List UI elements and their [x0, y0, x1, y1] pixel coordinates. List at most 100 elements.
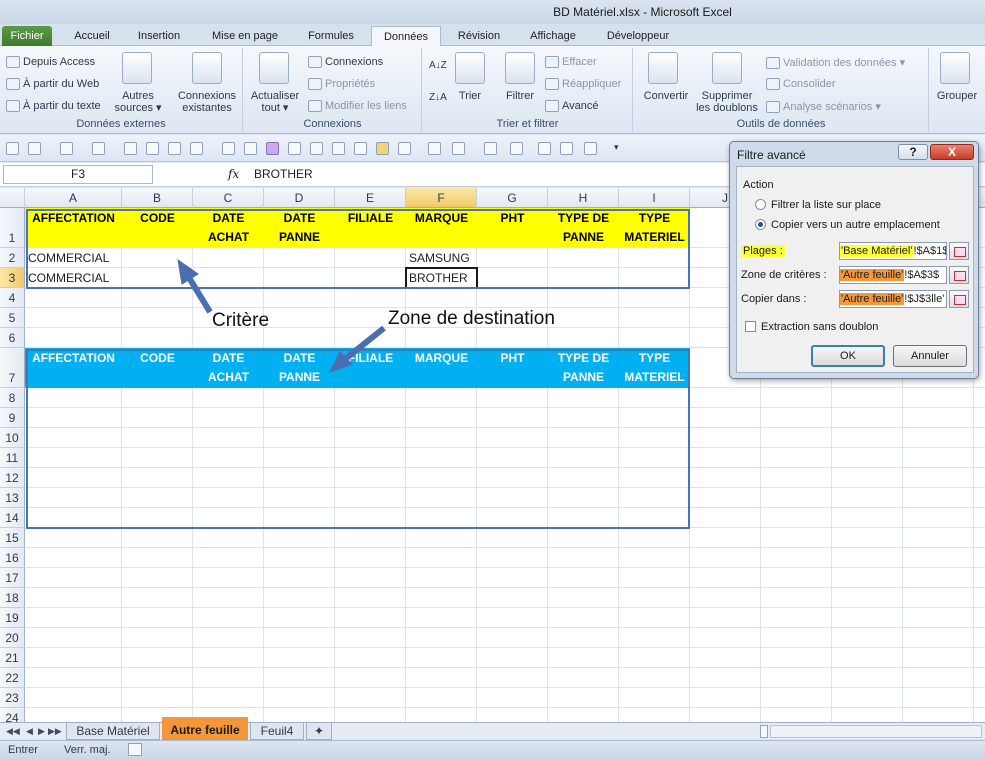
radio-filter-in-place[interactable]: [755, 199, 766, 210]
tab-accueil[interactable]: Accueil: [62, 26, 122, 46]
fx-icon[interactable]: fx: [228, 167, 239, 181]
btn-proprietes[interactable]: Propriétés: [308, 78, 375, 91]
tab-mise-en-page[interactable]: Mise en page: [202, 26, 288, 46]
nav-first-icon[interactable]: ◀◀: [6, 726, 20, 737]
ok-button[interactable]: OK: [811, 345, 885, 367]
nav-next-icon[interactable]: ▶: [38, 726, 45, 737]
group-label-donnees-externes: Données externes: [76, 118, 166, 130]
radio-filter-label: Filtrer la liste sur place: [771, 199, 882, 211]
fill-color-icon[interactable]: [266, 142, 279, 155]
plages-input[interactable]: 'Base Matériel'!$A$1$: [839, 242, 947, 260]
btn-consolider[interactable]: Consolider: [766, 78, 836, 91]
nav-last-icon[interactable]: ▶▶: [48, 726, 62, 737]
group-icon[interactable]: [940, 52, 970, 84]
qat-more-icon[interactable]: ▾: [614, 142, 619, 153]
border-icon[interactable]: [146, 142, 159, 155]
funnel-icon[interactable]: [505, 52, 535, 84]
refresh-icon[interactable]: [259, 52, 289, 84]
btn-grouper[interactable]: Grouper: [930, 90, 984, 102]
preview-icon[interactable]: [222, 142, 235, 155]
btn-filtrer[interactable]: Filtrer: [499, 90, 541, 102]
arrow-critere: [185, 274, 213, 314]
tab-split-handle[interactable]: [760, 725, 768, 738]
sheet-tab-base-materiel[interactable]: Base Matériel: [66, 723, 160, 740]
horizontal-scrollbar[interactable]: [770, 725, 982, 738]
btn-effacer[interactable]: Effacer: [545, 56, 597, 69]
sort-az-icon[interactable]: A↓Z: [429, 60, 447, 71]
help-button[interactable]: ?: [898, 144, 928, 160]
grid-icon[interactable]: [124, 142, 137, 155]
copier-input[interactable]: 'Autre feuille'!$J$3lle': [839, 290, 947, 308]
copier-range-picker-icon[interactable]: [949, 290, 969, 308]
ribbon-tabs: Fichier Accueil Insertion Mise en page F…: [0, 24, 985, 47]
btn-reappliquer[interactable]: Réappliquer: [545, 78, 621, 91]
btn-actualiser-tout[interactable]: Actualiser tout ▾: [246, 90, 304, 114]
undo-icon[interactable]: [28, 142, 41, 155]
nav-prev-icon[interactable]: ◀: [26, 726, 33, 737]
btn-depuis-web[interactable]: À partir du Web: [6, 78, 99, 91]
tab-revision[interactable]: Révision: [448, 26, 510, 46]
btn-supprimer-doublons[interactable]: Supprimer les doublons: [692, 90, 762, 114]
criteres-range-picker-icon[interactable]: [949, 266, 969, 284]
chart-icon[interactable]: [354, 142, 367, 155]
print-icon[interactable]: [92, 142, 105, 155]
btn-modifier-liens[interactable]: Modifier les liens: [308, 100, 407, 113]
tab-affichage[interactable]: Affichage: [520, 26, 586, 46]
btn-analyse-scenarios[interactable]: Analyse scénarios ▾: [766, 100, 881, 114]
status-mode: Entrer: [8, 744, 38, 756]
text-to-columns-icon[interactable]: [648, 52, 678, 84]
freeze-icon[interactable]: [538, 142, 551, 155]
plages-range-picker-icon[interactable]: [949, 242, 969, 260]
cursor-icon[interactable]: [560, 142, 573, 155]
save-icon[interactable]: [6, 142, 19, 155]
group-label-outils: Outils de données: [736, 118, 826, 130]
cancel-button[interactable]: Annuler: [893, 345, 967, 367]
unique-records-checkbox[interactable]: [745, 321, 756, 332]
btn-validation-donnees[interactable]: Validation des données ▾: [766, 56, 905, 70]
tab-insertion[interactable]: Insertion: [128, 26, 190, 46]
insert-row-icon[interactable]: [484, 142, 497, 155]
name-box[interactable]: F3: [3, 165, 153, 184]
macro-record-icon[interactable]: [128, 743, 142, 756]
autres-sources-icon[interactable]: [122, 52, 152, 84]
group-donnees-externes: Depuis Access À partir du Web À partir d…: [0, 48, 243, 132]
tab-formules[interactable]: Formules: [298, 26, 364, 46]
close-button[interactable]: X: [930, 144, 974, 160]
title-bar: BD Matériel.xlsx - Microsoft Excel: [0, 0, 985, 24]
insert-col-icon[interactable]: [510, 142, 523, 155]
btn-trier[interactable]: Trier: [451, 90, 489, 102]
redo-icon[interactable]: [60, 142, 73, 155]
btn-connexions-existantes[interactable]: Connexions existantes: [172, 90, 242, 114]
formula-input[interactable]: BROTHER: [254, 167, 313, 181]
connexions-existantes-icon[interactable]: [192, 52, 222, 84]
zoom-icon[interactable]: [244, 142, 257, 155]
sheet-tab-feuil4[interactable]: Feuil4: [250, 723, 304, 740]
tab-developpeur[interactable]: Développeur: [596, 26, 680, 46]
btn-connexions[interactable]: Connexions: [308, 56, 383, 69]
new-file-icon[interactable]: [168, 142, 181, 155]
camera-icon[interactable]: [310, 142, 323, 155]
open-icon[interactable]: [190, 142, 203, 155]
tab-fichier[interactable]: Fichier: [2, 26, 52, 46]
btn-depuis-access[interactable]: Depuis Access: [6, 56, 95, 69]
radio-copy-elsewhere[interactable]: [755, 219, 766, 230]
sort-dialog-icon[interactable]: [455, 52, 485, 84]
remove-duplicates-icon[interactable]: [712, 52, 742, 84]
tab-donnees[interactable]: Données: [371, 26, 441, 47]
btn-convertir[interactable]: Convertir: [636, 90, 696, 102]
sort-za-icon[interactable]: Z↓A: [429, 92, 447, 103]
sheet-tab-autre-feuille[interactable]: Autre feuille: [162, 717, 248, 740]
criteres-input[interactable]: 'Autre feuille'!$A$3$: [839, 266, 947, 284]
indent-icon[interactable]: [584, 142, 597, 155]
percent-icon[interactable]: [332, 142, 345, 155]
folder-icon[interactable]: [376, 142, 389, 155]
btn-avance[interactable]: Avancé: [545, 100, 599, 113]
form-icon[interactable]: [398, 142, 411, 155]
window-title: BD Matériel.xlsx - Microsoft Excel: [553, 5, 732, 19]
new-sheet-icon[interactable]: ✦: [306, 723, 332, 740]
align-icon[interactable]: [428, 142, 441, 155]
copy-format-icon[interactable]: [288, 142, 301, 155]
btn-autres-sources[interactable]: Autres sources ▾: [108, 90, 168, 114]
table-icon[interactable]: [452, 142, 465, 155]
btn-depuis-texte[interactable]: À partir du texte: [6, 100, 101, 113]
